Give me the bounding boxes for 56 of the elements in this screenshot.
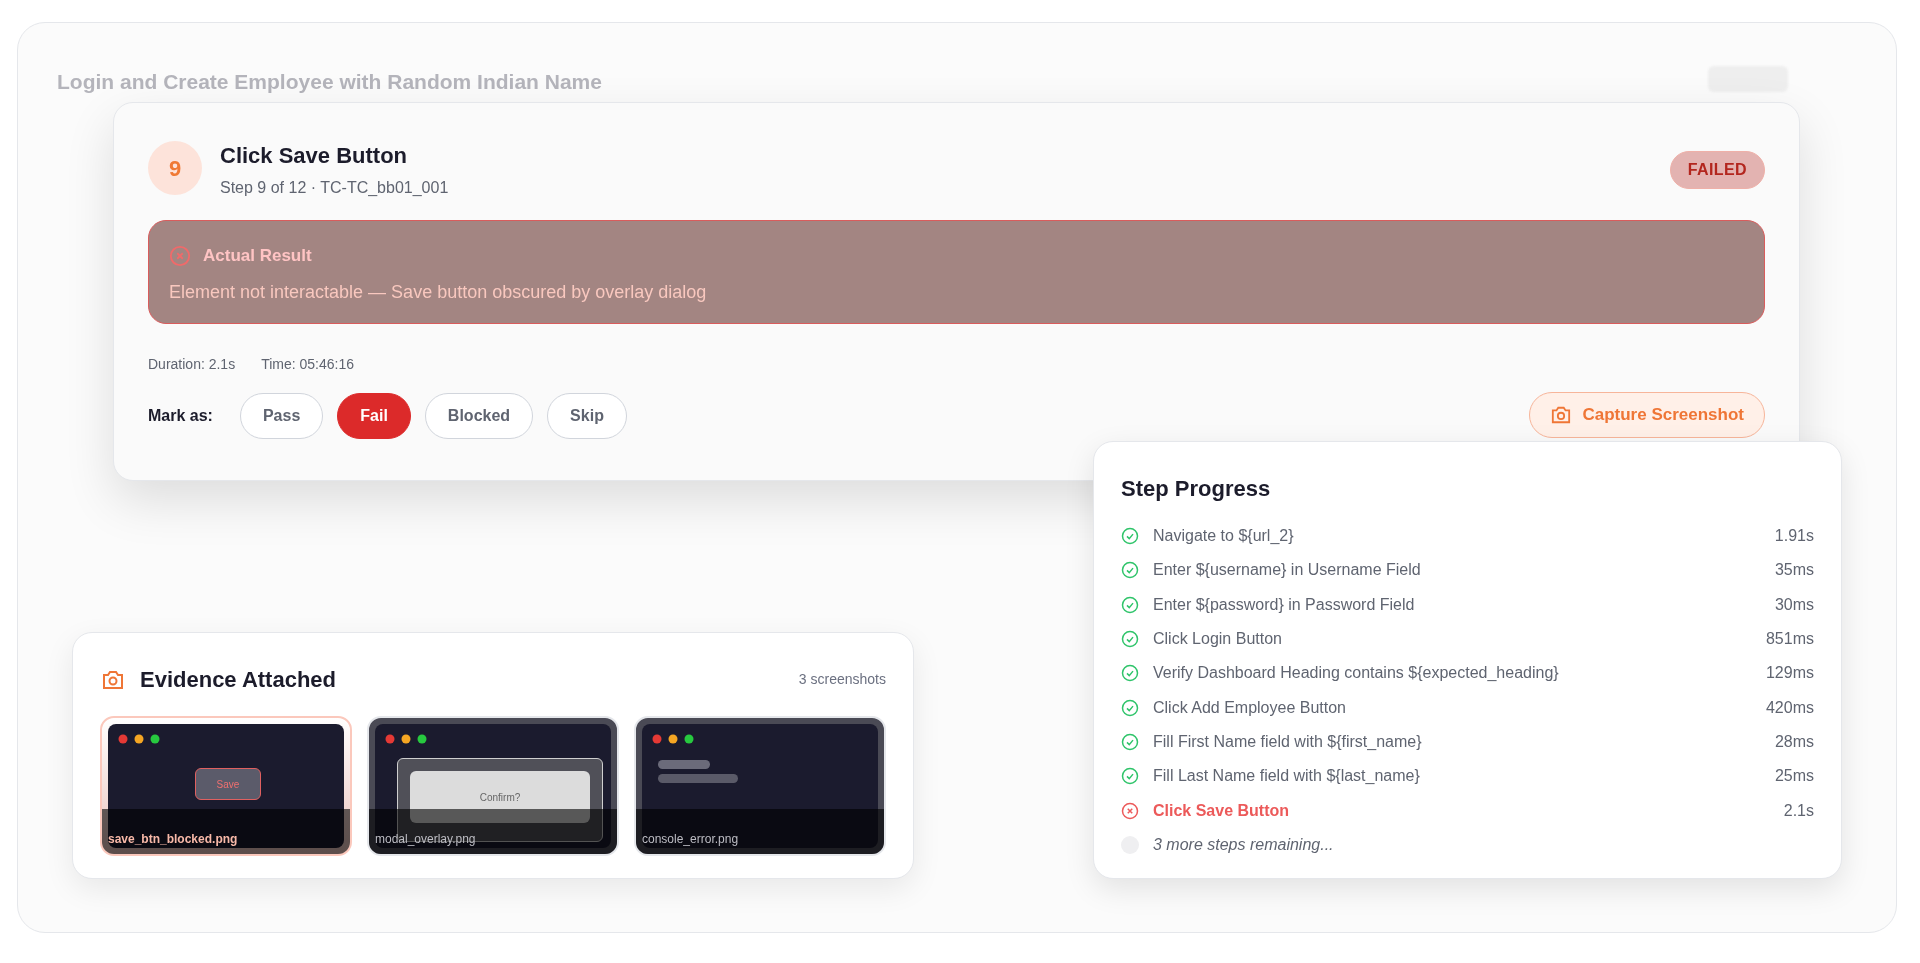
step-label: Navigate to ${url_2} bbox=[1153, 526, 1294, 547]
step-duration: 30ms bbox=[1774, 594, 1814, 615]
page-title: Login and Create Employee with Random Indian Name bbox=[57, 69, 602, 95]
step-duration: 1.91s bbox=[1774, 526, 1814, 547]
screenshot-filename: console_error.png bbox=[642, 831, 739, 848]
check-circle-icon bbox=[1121, 527, 1139, 546]
mark-option-button[interactable]: Fail bbox=[337, 393, 411, 439]
mark-option-button[interactable]: Skip bbox=[547, 393, 627, 439]
step-label: Fill Last Name field with ${last_name} bbox=[1153, 766, 1420, 787]
step-label: Verify Dashboard Heading contains ${expected_heading} bbox=[1153, 663, 1559, 684]
status-badge: FAILED bbox=[1669, 151, 1765, 189]
actual-result-message: Element not interactable — Save button obscured by overlay dialog bbox=[169, 280, 708, 304]
step-label: Enter ${username} in Username Field bbox=[1153, 560, 1421, 581]
screenshot-thumbnail[interactable]: Save save_btn_blocked.png bbox=[100, 716, 352, 856]
screenshot-filename: save_btn_blocked.png bbox=[108, 831, 238, 848]
step-progress-title: Step Progress bbox=[1121, 475, 1272, 503]
dialog-text: Confirm? bbox=[410, 771, 590, 823]
check-circle-icon bbox=[1121, 664, 1139, 683]
check-circle-icon bbox=[1121, 630, 1139, 649]
screenshot-count: 3 screenshots bbox=[798, 670, 886, 689]
error-icon bbox=[169, 244, 191, 267]
screenshot-filename: modal_overlay.png bbox=[375, 831, 476, 848]
time-text: Time: 05:46:16 bbox=[261, 355, 355, 374]
duration-text: Duration: 2.1s bbox=[148, 355, 236, 374]
step-duration: 25ms bbox=[1774, 766, 1814, 787]
mark-option-button[interactable]: Pass bbox=[239, 393, 324, 439]
mark-as-label: Mark as: bbox=[148, 406, 213, 426]
step-label: Click Login Button bbox=[1153, 629, 1282, 650]
step-duration: 28ms bbox=[1774, 731, 1814, 752]
check-circle-icon bbox=[1121, 595, 1139, 614]
evidence-title: Evidence Attached bbox=[140, 666, 337, 694]
step-subtitle: Step 9 of 12 · TC-TC_bb01_001 bbox=[220, 178, 449, 198]
check-circle-icon bbox=[1121, 767, 1139, 786]
step-duration: 35ms bbox=[1774, 560, 1814, 581]
screenshot-thumbnail[interactable]: Confirm? modal_overlay.png bbox=[367, 716, 619, 856]
check-circle-icon bbox=[1121, 561, 1139, 580]
error-icon bbox=[1121, 801, 1139, 820]
step-duration: 2.1s bbox=[1783, 800, 1814, 821]
camera-icon bbox=[1550, 405, 1573, 425]
step-label: Enter ${password} in Password Field bbox=[1153, 594, 1415, 615]
save-button-preview: Save bbox=[195, 768, 261, 800]
step-title: Click Save Button bbox=[220, 142, 409, 170]
step-number-badge: 9 bbox=[148, 141, 202, 195]
mark-option-button[interactable]: Blocked bbox=[424, 393, 534, 439]
screenshot-thumbnail[interactable]: console_error.png bbox=[634, 716, 886, 856]
step-label: Click Save Button bbox=[1153, 800, 1290, 821]
step-duration: 129ms bbox=[1765, 663, 1814, 684]
step-label: Fill First Name field with ${first_name} bbox=[1153, 731, 1422, 752]
check-circle-icon bbox=[1121, 698, 1139, 717]
check-circle-icon bbox=[1121, 732, 1139, 751]
step-label: 3 more steps remaining... bbox=[1153, 834, 1334, 855]
step-duration: 851ms bbox=[1765, 629, 1814, 650]
step-label: Click Add Employee Button bbox=[1153, 697, 1346, 718]
camera-icon bbox=[100, 668, 126, 691]
actual-result-label: Actual Result bbox=[203, 245, 312, 267]
step-duration: 420ms bbox=[1765, 697, 1814, 718]
